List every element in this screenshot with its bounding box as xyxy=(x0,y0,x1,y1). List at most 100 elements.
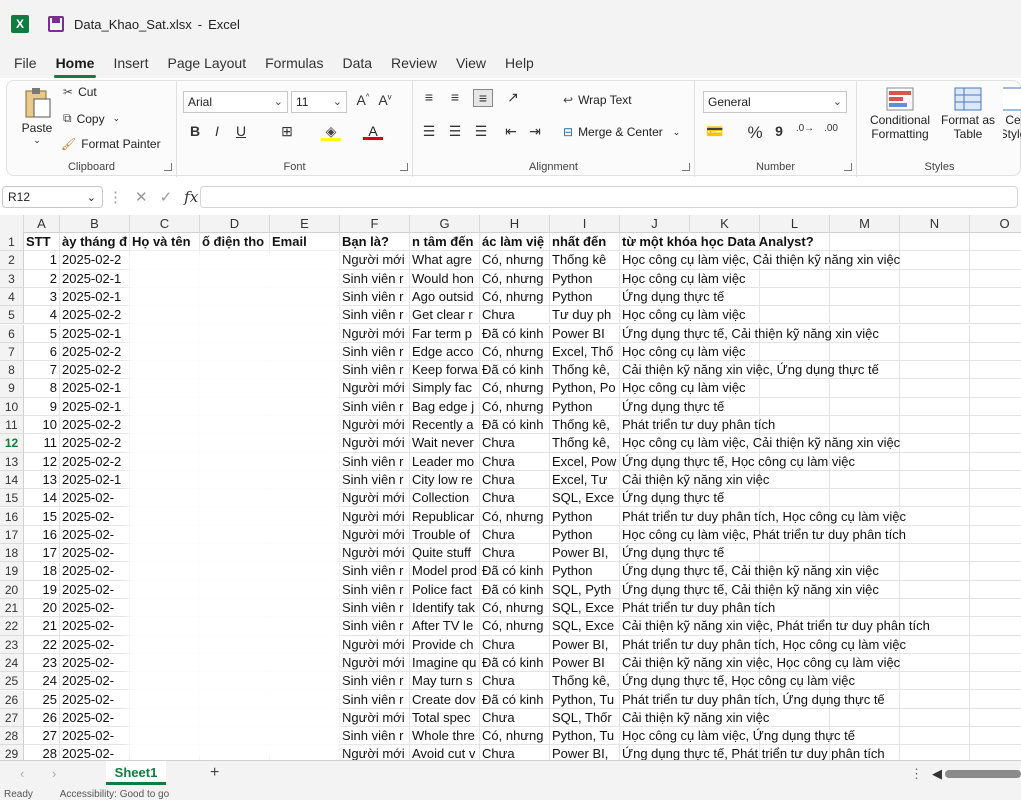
cell[interactable] xyxy=(900,672,970,691)
cell[interactable]: 2025-02-2 xyxy=(60,361,130,380)
cell[interactable]: Có, nhưng xyxy=(480,599,550,618)
row-header[interactable]: 24 xyxy=(0,653,24,673)
cell[interactable] xyxy=(970,453,1021,471)
conditional-formatting-button[interactable]: Conditional Formatting xyxy=(865,87,935,141)
cell[interactable]: Người mới xyxy=(340,324,410,343)
cell[interactable]: 10 xyxy=(24,416,60,435)
cell[interactable]: Học công cụ làm việc, Ứng dụng thực tế xyxy=(620,727,855,746)
cell[interactable] xyxy=(970,562,1021,581)
bold-button[interactable]: B xyxy=(185,123,205,139)
cell[interactable] xyxy=(970,709,1021,728)
cell[interactable]: Họ và tên xyxy=(130,233,200,252)
cell[interactable]: Sinh viên r xyxy=(340,617,410,636)
cell[interactable] xyxy=(830,397,900,416)
cell[interactable]: 2025-02-1 xyxy=(60,287,130,307)
row-header[interactable]: 29 xyxy=(0,745,24,760)
column-header-j[interactable]: J xyxy=(620,215,690,233)
cell[interactable]: Excel, Tư xyxy=(550,470,620,490)
cell[interactable]: 2025-02- xyxy=(60,727,130,746)
cell[interactable]: 1 xyxy=(24,251,60,270)
tab-help[interactable]: Help xyxy=(505,51,534,75)
cell[interactable] xyxy=(970,617,1021,636)
increase-font-icon[interactable]: A^ xyxy=(353,92,373,108)
cell[interactable] xyxy=(970,745,1021,760)
column-header-a[interactable]: A xyxy=(24,215,60,233)
cell[interactable]: 2025-02- xyxy=(60,617,130,636)
cell[interactable]: Ứng dụng thực tế, Cải thiện kỹ năng xin … xyxy=(620,325,879,343)
cell[interactable]: 25 xyxy=(24,690,60,709)
cell[interactable]: Sinh viên r xyxy=(340,672,410,691)
cell[interactable]: nhất đến xyxy=(550,233,620,252)
spreadsheet-grid[interactable]: ABCDEFGHIJKLMNO 1 STT ày tháng đ Họ và tên ố… xyxy=(0,215,1021,760)
dialog-launcher-icon[interactable] xyxy=(164,163,172,171)
cell[interactable]: 2025-02-1 xyxy=(60,269,130,288)
cell[interactable]: Đã có kinh xyxy=(480,324,550,343)
cell[interactable]: Cải thiện kỹ năng xin việc xyxy=(620,709,769,728)
copy-button[interactable]: ⧉ Copy ⌄ xyxy=(63,111,120,126)
cell[interactable]: 15 xyxy=(24,507,60,526)
cell[interactable]: Sinh viên r xyxy=(340,306,410,325)
cell[interactable]: 26 xyxy=(24,708,60,728)
column-header-l[interactable]: L xyxy=(760,215,830,233)
cell[interactable]: Power BI, xyxy=(550,544,620,563)
cell[interactable]: n tâm đến xyxy=(410,233,480,252)
cell[interactable]: Người mới xyxy=(340,251,410,270)
row-header[interactable]: 13 xyxy=(0,452,24,471)
cell[interactable]: Ứng dụng thực tế, Cải thiện kỹ năng xin … xyxy=(620,581,879,599)
cell[interactable]: Có, nhưng xyxy=(480,397,550,416)
row-header[interactable]: 5 xyxy=(0,306,24,325)
cell[interactable] xyxy=(970,416,1021,435)
column-header-g[interactable]: G xyxy=(410,215,480,233)
cell[interactable] xyxy=(830,233,900,252)
format-painter-button[interactable]: 🖌 Format Painter xyxy=(61,137,161,151)
cell[interactable]: 20 xyxy=(24,599,60,618)
cell[interactable]: ày tháng đ xyxy=(60,233,130,252)
cell[interactable]: Học công cụ làm việc xyxy=(620,343,746,362)
cell[interactable] xyxy=(970,251,1021,270)
cell[interactable]: 14 xyxy=(24,489,60,508)
cell[interactable] xyxy=(970,544,1021,563)
tab-file[interactable]: File xyxy=(14,51,37,75)
tab-review[interactable]: Review xyxy=(391,51,437,75)
cell[interactable]: Người mới xyxy=(340,434,410,453)
cell[interactable]: Would hon xyxy=(410,269,480,288)
cell[interactable] xyxy=(900,599,970,618)
cell[interactable]: Police fact xyxy=(410,580,480,599)
cell[interactable]: Python, Tu xyxy=(550,690,620,709)
cell[interactable] xyxy=(970,270,1021,288)
tab-formulas[interactable]: Formulas xyxy=(265,51,323,75)
cell[interactable] xyxy=(970,306,1021,325)
cell[interactable] xyxy=(900,690,970,709)
cell[interactable]: Sinh viên r xyxy=(340,580,410,599)
cell[interactable] xyxy=(970,288,1021,307)
cell[interactable] xyxy=(830,470,900,490)
cell[interactable]: Collection xyxy=(410,489,480,508)
cell[interactable]: After TV le xyxy=(410,617,480,636)
cell[interactable]: 2025-02- xyxy=(60,525,130,545)
cell[interactable]: 19 xyxy=(24,580,60,599)
borders-icon[interactable]: ⊞ xyxy=(277,123,297,140)
scroll-left-icon[interactable]: ◀ xyxy=(932,766,942,782)
cell[interactable]: 17 xyxy=(24,544,60,563)
cell[interactable]: Có, nhưng xyxy=(480,251,550,270)
save-icon[interactable] xyxy=(48,16,64,32)
tab-view[interactable]: View xyxy=(456,51,486,75)
cell[interactable] xyxy=(970,434,1021,453)
row-header[interactable]: 17 xyxy=(0,525,24,545)
row-header[interactable]: 9 xyxy=(0,379,24,398)
cell[interactable] xyxy=(830,544,900,563)
row-header[interactable]: 14 xyxy=(0,470,24,490)
cell[interactable]: 2025-02-2 xyxy=(60,452,130,471)
cell[interactable] xyxy=(900,269,970,288)
row-header[interactable]: 3 xyxy=(0,269,24,288)
cell[interactable]: 2025-02-2 xyxy=(60,306,130,325)
cell[interactable] xyxy=(970,361,1021,380)
add-sheet-icon[interactable]: + xyxy=(210,764,219,782)
cell[interactable]: Có, nhưng xyxy=(480,507,550,526)
wrap-text-button[interactable]: ↩ Wrap Text xyxy=(563,93,632,107)
cell[interactable]: Sinh viên r xyxy=(340,397,410,416)
cell[interactable] xyxy=(900,507,970,526)
cell-styles-button[interactable]: Ce Style xyxy=(1003,87,1021,141)
cut-button[interactable]: ✂ Cut xyxy=(63,85,97,99)
more-icon[interactable]: ⋮ xyxy=(910,766,923,782)
